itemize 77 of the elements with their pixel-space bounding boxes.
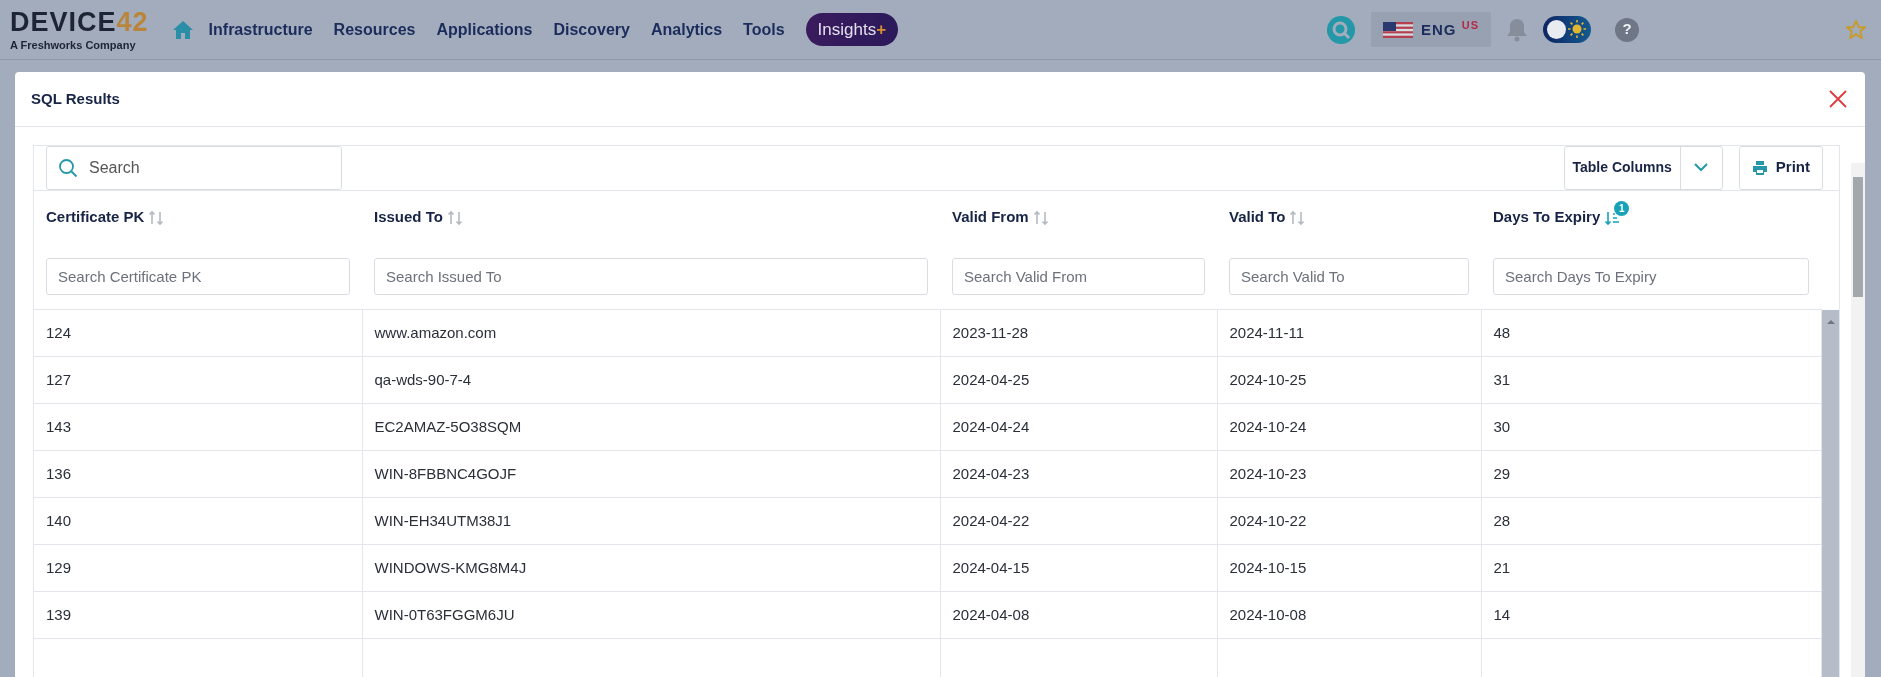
print-button[interactable]: Print [1738,145,1823,190]
logo-tagline: A Freshworks Company [10,39,137,51]
search-icon[interactable] [1327,15,1356,44]
table-cell: 2023-11-28 [952,323,1029,341]
close-icon[interactable] [1829,89,1847,108]
table-cell: 136 [46,464,72,482]
table-cell: 2024-04-08 [952,605,1030,623]
sun-icon [1568,20,1586,38]
insights-button[interactable]: Insights+ [805,12,899,47]
column-header[interactable]: Days To Expiry [1493,206,1601,229]
column-filter-field[interactable]: Search Days To Expiry [1493,258,1809,296]
table-cell: 124 [46,323,72,341]
help-button[interactable]: ? [1615,17,1639,42]
home-icon[interactable] [172,20,193,39]
table-cell: 2024-10-22 [1229,511,1307,529]
sort-icon[interactable] [1289,209,1306,226]
language-selector[interactable]: ENG $^{US}$ [1371,12,1491,47]
theme-toggle[interactable] [1543,16,1591,43]
table-cell: 139 [46,605,72,623]
nav-link[interactable]: Applications [436,17,533,42]
table-cell: 2024-04-15 [952,558,1030,576]
column-filter-field[interactable]: Search Certificate PK [46,258,350,296]
scrollbar[interactable] [1851,162,1865,677]
table-cell: WIN-EH34UTM38J1 [374,511,512,529]
table-cell: 2024-11-11 [1229,323,1304,341]
table-cell: 2024-04-22 [952,511,1030,529]
table-cell: qa-wds-90-7-4 [374,370,472,388]
sort-descending-icon[interactable] [1604,209,1621,226]
table-cell: 129 [46,558,72,576]
table-cell: WIN-8FBBNC4GOJF [374,464,517,482]
sort-icon[interactable] [446,209,463,226]
sort-icon[interactable] [148,209,165,226]
nav-link[interactable]: Resources [333,17,416,42]
table-cell: 2024-04-24 [952,417,1030,435]
sort-icon[interactable] [1032,209,1049,226]
logo-wordmark[interactable]: DEVICE42 [10,8,149,36]
column-header[interactable]: Certificate PK [46,206,145,229]
table-cell: 14 [1493,605,1511,623]
column-header[interactable]: Issued To [374,206,443,229]
table-cell: 127 [46,370,72,388]
nav-link[interactable]: Discovery [553,17,630,42]
table-cell: 31 [1493,370,1511,388]
column-filter-field[interactable]: Search Valid From [952,258,1205,296]
column-filter-field[interactable]: Search Issued To [374,258,928,296]
table-cell: 140 [46,511,72,529]
table-cell: WIN-0T63FGGM6JU [374,605,515,623]
table-cell: 30 [1493,417,1511,435]
table-cell: 2024-10-25 [1229,370,1307,388]
table-columns-dropdown[interactable]: Table Columns [1563,145,1723,190]
table-cell: www.amazon.com [374,323,497,341]
table-cell: 2024-10-23 [1229,464,1307,482]
column-filter-field[interactable]: Search Valid To [1229,258,1469,296]
star-icon[interactable] [1845,18,1867,41]
table-cell: EC2AMAZ-5O38SQM [374,417,522,435]
table-cell: 2024-10-24 [1229,417,1307,435]
nav-link[interactable]: Infrastructure [208,17,313,42]
search-field[interactable]: Search [46,145,342,190]
table-cell: 2024-10-15 [1229,558,1307,576]
printer-icon [1751,159,1768,176]
flag-icon [1383,21,1414,38]
chevron-down-icon [1694,163,1709,173]
nav-link[interactable]: Analytics [650,17,723,42]
column-header[interactable]: Valid To [1229,206,1286,229]
table-cell: 2024-04-25 [952,370,1030,388]
table-cell: 28 [1493,511,1511,529]
table-cell: 21 [1493,558,1511,576]
table-cell: 2024-04-23 [952,464,1030,482]
sort-order-indicator: 1 [1614,200,1630,216]
table-cell: 48 [1493,323,1511,341]
column-header[interactable]: Valid From [952,206,1029,229]
table-cell: 29 [1493,464,1511,482]
modal-title: SQL Results [31,88,120,109]
table-cell: WINDOWS-KMG8M4J [374,558,527,576]
nav-link[interactable]: Tools [743,17,785,42]
table-cell: 143 [46,417,72,435]
bell-icon[interactable] [1507,17,1527,42]
table-cell: 2024-10-08 [1229,605,1307,623]
